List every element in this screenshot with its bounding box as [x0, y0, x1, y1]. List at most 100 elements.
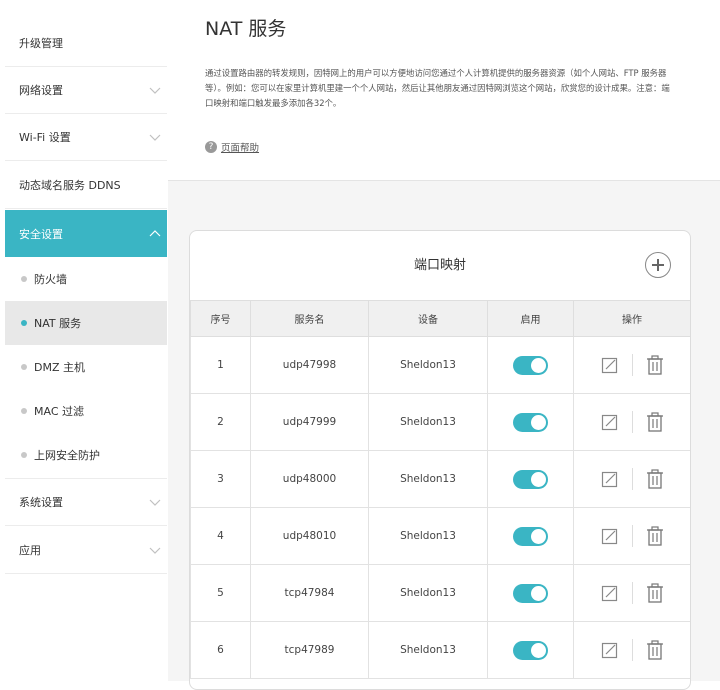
subnav-dmz-host[interactable]: DMZ 主机	[5, 345, 167, 389]
sidebar: 升级管理 网络设置 Wi-Fi 设置 动态域名服务 DDNS 安全设置 防火墙 …	[0, 0, 169, 681]
cell-index: 3	[190, 450, 251, 508]
nav-network-settings[interactable]: 网络设置	[5, 67, 167, 114]
trash-icon[interactable]	[646, 412, 664, 432]
divider	[631, 411, 633, 433]
cell-index: 5	[190, 564, 251, 622]
trash-icon[interactable]	[646, 469, 664, 489]
toggle-knob	[531, 471, 546, 487]
nav-label: 系统设置	[19, 496, 63, 509]
cell-actions	[573, 393, 690, 451]
bullet-icon	[21, 364, 27, 370]
enable-toggle[interactable]	[513, 355, 548, 375]
enable-toggle[interactable]	[513, 583, 548, 603]
enable-toggle[interactable]	[513, 469, 548, 489]
edit-icon[interactable]	[601, 641, 619, 659]
main-content: NAT 服务 通过设置路由器的转发规则，因特网上的用户可以方便地访问您通过个人计…	[168, 0, 720, 690]
row-actions	[574, 639, 690, 661]
enable-toggle[interactable]	[513, 526, 548, 546]
subnav-firewall[interactable]: 防火墙	[5, 257, 167, 301]
nav-security-settings[interactable]: 安全设置	[5, 210, 167, 257]
edit-icon[interactable]	[601, 527, 619, 545]
edit-icon[interactable]	[601, 584, 619, 602]
trash-icon[interactable]	[646, 355, 664, 375]
divider	[631, 354, 633, 376]
nav-label: Wi-Fi 设置	[19, 131, 71, 144]
help-icon: ?	[205, 141, 217, 153]
cell-service-name: udp47998	[250, 336, 369, 394]
subnav-label: DMZ 主机	[34, 361, 85, 374]
table-row: 6 tcp47989 Sheldon13	[190, 621, 690, 679]
help-link-label: 页面帮助	[221, 143, 260, 154]
cell-index: 6	[190, 621, 251, 679]
column-header: 操作	[573, 300, 690, 337]
cell-actions	[573, 450, 690, 508]
cell-enable	[487, 336, 574, 394]
chevron-up-icon	[149, 229, 161, 236]
table-row: 3 udp48000 Sheldon13	[190, 450, 690, 508]
cell-service-name: udp48010	[250, 507, 369, 565]
cell-enable	[487, 621, 574, 679]
cell-index: 1	[190, 336, 251, 394]
nav-label: 动态域名服务 DDNS	[19, 179, 121, 192]
toggle-knob	[531, 414, 546, 430]
edit-icon[interactable]	[601, 470, 619, 488]
nav-system-settings[interactable]: 系统设置	[5, 479, 167, 526]
nav-applications[interactable]: 应用	[5, 527, 167, 574]
bullet-icon	[21, 320, 27, 326]
cell-actions	[573, 336, 690, 394]
row-actions	[574, 525, 690, 547]
cell-enable	[487, 450, 574, 508]
row-actions	[574, 582, 690, 604]
table-row: 1 udp47998 Sheldon13	[190, 336, 690, 394]
bullet-icon	[21, 276, 27, 282]
divider	[631, 468, 633, 490]
trash-icon[interactable]	[646, 583, 664, 603]
table-header-row: 序号 服务名 设备 启用 操作	[190, 300, 690, 337]
edit-icon[interactable]	[601, 356, 619, 374]
nav-label: 升级管理	[19, 37, 63, 50]
toggle-knob	[531, 642, 546, 658]
cell-actions	[573, 507, 690, 565]
subnav-label: MAC 过滤	[34, 405, 84, 418]
cell-enable	[487, 393, 574, 451]
card-title: 端口映射	[413, 258, 466, 273]
nav-ddns[interactable]: 动态域名服务 DDNS	[5, 162, 167, 209]
nav-label: 安全设置	[19, 227, 63, 241]
cell-device: Sheldon13	[368, 564, 488, 622]
subnav-internet-security[interactable]: 上网安全防护	[5, 433, 167, 477]
row-actions	[574, 468, 690, 490]
subnav-nat-service[interactable]: NAT 服务	[5, 301, 167, 345]
cell-index: 4	[190, 507, 251, 565]
add-rule-button[interactable]	[645, 252, 671, 278]
table-row: 2 udp47999 Sheldon13	[190, 393, 690, 451]
toggle-knob	[531, 528, 546, 544]
port-mapping-card: 端口映射 序号 服务名 设备 启用 操作 1 udp47998 Sheldon1…	[189, 230, 691, 690]
edit-icon[interactable]	[601, 413, 619, 431]
row-actions	[574, 411, 690, 433]
chevron-down-icon	[149, 547, 161, 554]
cell-service-name: udp47999	[250, 393, 369, 451]
enable-toggle[interactable]	[513, 412, 548, 432]
subnav-label: 防火墙	[34, 273, 67, 286]
column-header: 服务名	[250, 300, 369, 337]
column-header: 设备	[368, 300, 488, 337]
divider	[631, 582, 633, 604]
cell-service-name: udp48000	[250, 450, 369, 508]
nav-upgrade-management[interactable]: 升级管理	[5, 20, 167, 67]
toggle-knob	[531, 585, 546, 601]
cell-enable	[487, 564, 574, 622]
bullet-icon	[21, 452, 27, 458]
column-header: 启用	[487, 300, 574, 337]
enable-toggle[interactable]	[513, 640, 548, 660]
subnav-mac-filter[interactable]: MAC 过滤	[5, 389, 167, 433]
subnav-label: NAT 服务	[34, 317, 82, 330]
chevron-down-icon	[149, 134, 161, 141]
trash-icon[interactable]	[646, 640, 664, 660]
cell-index: 2	[190, 393, 251, 451]
help-link[interactable]: ? 页面帮助	[205, 140, 259, 154]
divider	[631, 639, 633, 661]
trash-icon[interactable]	[646, 526, 664, 546]
nav-wifi-settings[interactable]: Wi-Fi 设置	[5, 114, 167, 161]
table-row: 4 udp48010 Sheldon13	[190, 507, 690, 565]
subnav-label: 上网安全防护	[34, 449, 100, 462]
